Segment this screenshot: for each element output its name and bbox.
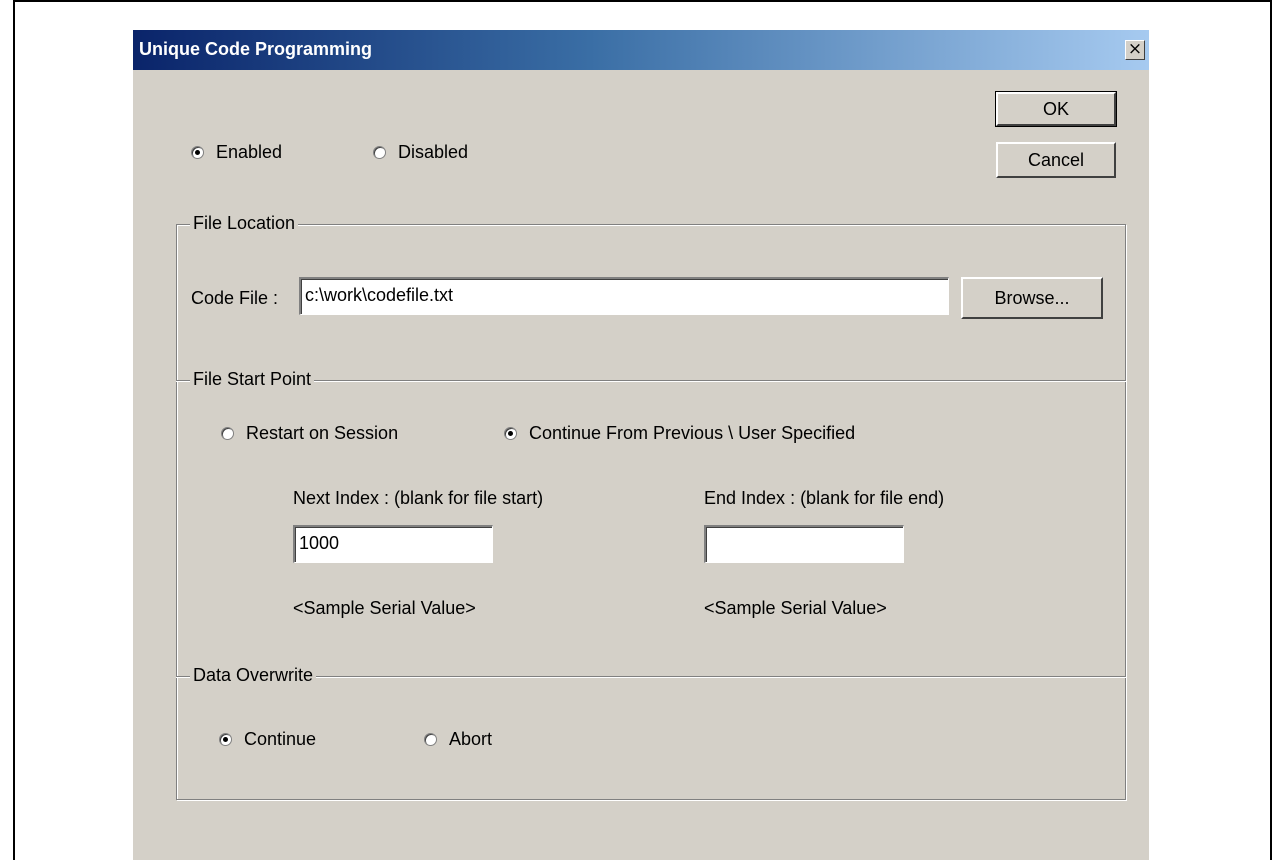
radio-restart-on-session[interactable]: Restart on Session xyxy=(221,423,398,444)
radio-button-icon xyxy=(373,146,386,159)
end-index-input[interactable] xyxy=(704,525,904,563)
next-index-label: Next Index : (blank for file start) xyxy=(293,488,544,508)
file-location-group-label: File Location xyxy=(190,213,299,234)
radio-button-icon xyxy=(221,427,234,440)
file-start-point-divider xyxy=(176,380,1126,382)
radio-button-icon xyxy=(424,733,437,746)
radio-continue[interactable]: Continue xyxy=(219,729,316,750)
title-bar[interactable]: Unique Code Programming × xyxy=(133,30,1149,70)
radio-continue-from-previous-label: Continue From Previous \ User Specified xyxy=(529,423,856,443)
end-sample-serial-value: <Sample Serial Value> xyxy=(704,598,887,618)
next-sample-serial-value: <Sample Serial Value> xyxy=(293,598,476,618)
radio-button-icon xyxy=(219,733,232,746)
file-start-point-group-label: File Start Point xyxy=(190,369,315,390)
radio-enabled-label: Enabled xyxy=(216,142,283,162)
window-title: Unique Code Programming xyxy=(139,39,373,59)
radio-button-icon xyxy=(504,427,517,440)
radio-enabled[interactable]: Enabled xyxy=(191,142,282,163)
radio-disabled-label: Disabled xyxy=(398,142,469,162)
ok-button[interactable]: OK xyxy=(995,91,1117,127)
unique-code-programming-dialog: Unique Code Programming × OK Cancel Enab… xyxy=(133,30,1149,860)
radio-abort[interactable]: Abort xyxy=(424,729,492,750)
radio-button-icon xyxy=(191,146,204,159)
radio-continue-from-previous[interactable]: Continue From Previous \ User Specified xyxy=(504,423,855,444)
close-icon: × xyxy=(1127,39,1143,59)
close-button[interactable]: × xyxy=(1125,40,1145,60)
data-overwrite-group-label: Data Overwrite xyxy=(190,665,317,686)
next-index-input[interactable]: 1000 xyxy=(293,525,493,563)
radio-disabled[interactable]: Disabled xyxy=(373,142,468,163)
browse-button[interactable]: Browse... xyxy=(961,277,1103,319)
code-file-input[interactable]: c:\work\codefile.txt xyxy=(299,277,949,315)
data-overwrite-divider xyxy=(176,676,1126,678)
radio-abort-label: Abort xyxy=(449,729,493,749)
code-file-label: Code File : xyxy=(191,288,279,308)
radio-continue-label: Continue xyxy=(244,729,317,749)
cancel-button[interactable]: Cancel xyxy=(996,142,1116,178)
end-index-label: End Index : (blank for file end) xyxy=(704,488,945,508)
radio-restart-on-session-label: Restart on Session xyxy=(246,423,399,443)
